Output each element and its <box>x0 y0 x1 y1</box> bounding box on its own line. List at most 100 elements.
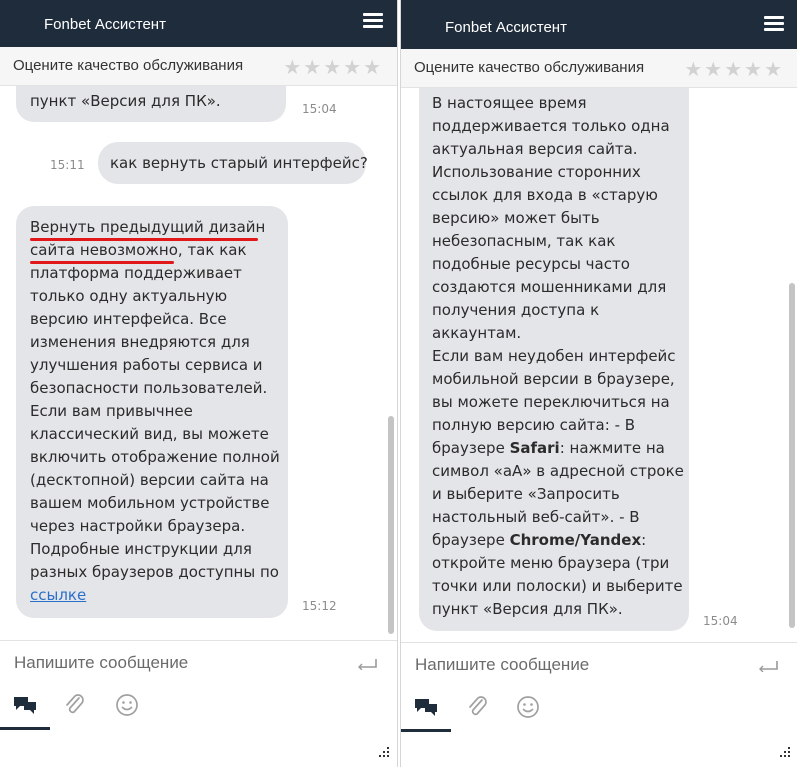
highlight-underline <box>30 238 258 241</box>
composer: Напишите сообщение <box>401 642 797 674</box>
text-line: аккаунтам. <box>432 324 522 342</box>
text-line: и выберите «Запросить <box>432 485 620 503</box>
menu-icon[interactable] <box>363 13 383 29</box>
highlight-underline <box>30 261 174 264</box>
message-time: 15:04 <box>302 102 337 116</box>
browser-name: Safari <box>509 439 560 457</box>
attach-icon[interactable] <box>465 694 491 720</box>
text-line: Если вам неудобен интерфейс <box>432 347 676 365</box>
bot-message: В настоящее время поддерживается только … <box>419 88 689 631</box>
header-title: Fonbet Ассистент <box>445 19 567 36</box>
message-list[interactable]: В настоящее время поддерживается только … <box>401 88 797 640</box>
message-input[interactable]: Напишите сообщение <box>14 653 188 673</box>
message-time: 15:04 <box>703 614 738 628</box>
chat-icon[interactable] <box>12 692 38 718</box>
enter-icon[interactable] <box>357 658 377 670</box>
text-line: создаются мошенниками для <box>432 278 667 296</box>
chat-window-left: Fonbet Ассистент Оцените качество обслуж… <box>0 0 398 767</box>
text-line: получения доступа к <box>432 301 600 319</box>
text-fragment: браузере <box>432 439 510 457</box>
chat-icon[interactable] <box>413 694 439 720</box>
text-line: Подробные инструкции для <box>30 540 252 558</box>
star-icon[interactable]: ★★★★★ <box>684 57 784 81</box>
text-fragment: : нажмите на <box>559 439 665 457</box>
text-line: только одну актуальную <box>30 287 228 305</box>
text-line: браузере Chrome/Yandex: <box>432 529 684 552</box>
text-fragment: , так как <box>177 241 247 259</box>
bot-message: Вернуть предыдущий дизайн сайта невозмож… <box>16 206 288 618</box>
browser-name: Chrome/Yandex <box>509 531 642 549</box>
text-line: безопасности пользователей. <box>30 379 268 397</box>
text-line: символ «аА» в адресной строке <box>432 462 684 480</box>
text-line: через настройки браузера. <box>30 517 246 535</box>
message-text: как вернуть старый интерфейс? <box>110 154 368 172</box>
menu-icon[interactable] <box>764 16 784 32</box>
text-line: классический вид, вы можете <box>30 425 269 443</box>
smile-icon[interactable] <box>515 694 541 720</box>
text-fragment: браузере <box>432 531 510 549</box>
text-line: вашем мобильном устройстве <box>30 494 270 512</box>
chat-header: Fonbet Ассистент <box>401 0 797 49</box>
text-line: актуальная версия сайта. <box>432 140 638 158</box>
text-line: Вернуть предыдущий дизайн <box>30 218 266 236</box>
text-line: разных браузеров доступны по <box>30 563 279 581</box>
header-title: Fonbet Ассистент <box>44 16 166 33</box>
text-line: платформа поддерживает <box>30 264 242 282</box>
resize-icon[interactable] <box>377 747 391 759</box>
rating-label: Оцените качество обслуживания <box>13 57 244 74</box>
message-text: пункт «Версия для ПК». <box>30 92 221 110</box>
text-line: Использование сторонних <box>432 163 641 181</box>
text-line: браузере Safari: нажмите на <box>432 437 684 460</box>
smile-icon[interactable] <box>114 692 140 718</box>
text-line: версию интерфейса. Все <box>30 310 227 328</box>
text-line: сайта невозможно, так как <box>30 239 282 262</box>
text-line: поддерживается только одна <box>432 117 670 135</box>
attach-icon[interactable] <box>62 692 88 718</box>
scrollbar[interactable] <box>388 86 394 638</box>
text-line: точки или полоски) и выберите <box>432 577 683 595</box>
text-line: включить отображение полной <box>30 448 280 466</box>
text-line: пункт «Версия для ПК». <box>432 600 623 618</box>
enter-icon[interactable] <box>758 660 778 672</box>
text-fragment: : <box>641 531 647 549</box>
star-icon[interactable]: ★★★★★ <box>283 55 383 79</box>
composer: Напишите сообщение <box>0 640 397 672</box>
resize-icon[interactable] <box>778 747 792 759</box>
bot-message-partial: пункт «Версия для ПК». <box>16 86 286 122</box>
text-line: версию» может быть <box>432 209 600 227</box>
rating-bar: Оцените качество обслуживания ★★★★★ <box>0 47 397 86</box>
text-line: подобные ресурсы часто <box>432 255 630 273</box>
chat-header: Fonbet Ассистент <box>0 0 397 47</box>
text-line: откройте меню браузера (три <box>432 554 670 572</box>
composer-tabs <box>0 686 397 730</box>
text-line: вы можете переключиться на <box>432 393 670 411</box>
scrollbar[interactable] <box>789 88 795 640</box>
message-time: 15:12 <box>302 599 337 613</box>
message-list[interactable]: пункт «Версия для ПК». 15:04 15:11 как в… <box>0 86 397 638</box>
text-line: (десктопной) версии сайта на <box>30 471 269 489</box>
rating-label: Оцените качество обслуживания <box>414 59 645 76</box>
scrollbar-thumb[interactable] <box>789 283 795 628</box>
message-text: В настоящее время поддерживается только … <box>432 92 684 621</box>
text-fragment: сайта невозможно <box>30 241 178 259</box>
text-line: небезопасным, так как <box>432 232 616 250</box>
text-line: изменения внедряются для <box>30 333 250 351</box>
text-line: Если вам привычнее <box>30 402 193 420</box>
user-message: как вернуть старый интерфейс? <box>98 142 368 184</box>
composer-tabs <box>401 688 797 732</box>
active-tab-indicator <box>0 727 50 730</box>
rating-bar: Оцените качество обслуживания ★★★★★ <box>401 49 797 88</box>
message-text: Вернуть предыдущий дизайн сайта невозмож… <box>30 216 282 607</box>
message-input[interactable]: Напишите сообщение <box>415 655 589 675</box>
text-line: улучшения работы сервиса и <box>30 356 263 374</box>
chat-window-right: Fonbet Ассистент Оцените качество обслуж… <box>400 0 797 767</box>
text-line: мобильной версии в браузере, <box>432 370 675 388</box>
message-time: 15:11 <box>50 158 85 172</box>
scrollbar-thumb[interactable] <box>388 416 394 634</box>
text-line: В настоящее время <box>432 94 587 112</box>
text-line: ссылке <box>30 584 282 607</box>
instructions-link[interactable]: ссылке <box>30 586 86 604</box>
text-line: настольный веб-сайт». - В <box>432 508 640 526</box>
active-tab-indicator <box>401 729 451 732</box>
text-line: ссылок для входа в «старую <box>432 186 658 204</box>
